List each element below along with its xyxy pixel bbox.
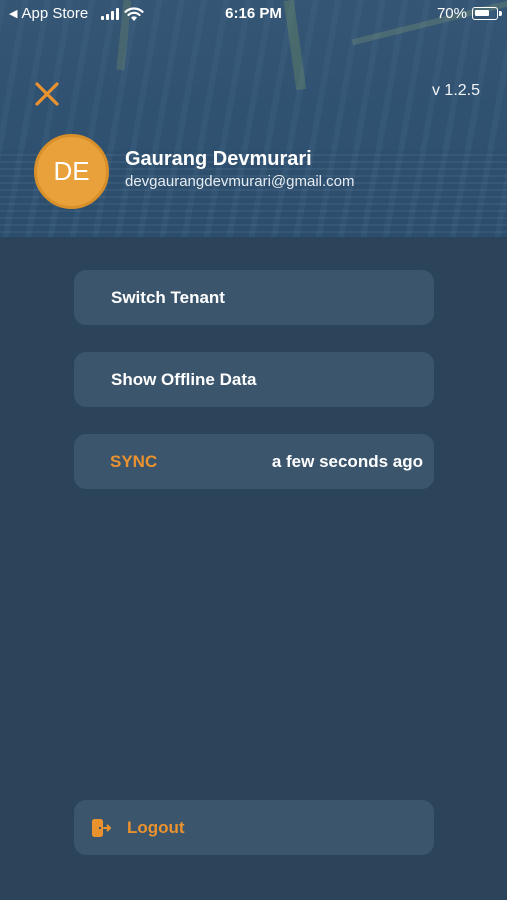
- switch-tenant-button[interactable]: Switch Tenant: [74, 270, 434, 325]
- close-button[interactable]: [33, 80, 61, 108]
- battery-icon: [472, 7, 502, 20]
- status-time: 6:16 PM: [225, 5, 282, 22]
- logout-label: Logout: [127, 817, 185, 837]
- status-bar: ◀ App Store 6:16 PM 70%: [0, 0, 507, 28]
- battery-percent: 70%: [436, 5, 467, 22]
- sync-button[interactable]: SYNC a few seconds ago: [74, 434, 434, 489]
- avatar: DE: [34, 134, 109, 209]
- logout-icon: [92, 818, 111, 837]
- close-icon: [35, 82, 59, 106]
- user-email: devgaurangdevmurari@gmail.com: [125, 173, 355, 190]
- switch-tenant-label: Switch Tenant: [111, 287, 225, 307]
- last-sync-time: a few seconds ago: [271, 451, 423, 471]
- show-offline-data-label: Show Offline Data: [111, 369, 257, 389]
- show-offline-data-button[interactable]: Show Offline Data: [74, 352, 434, 407]
- user-name: Gaurang Devmurari: [125, 148, 312, 170]
- app-version: v 1.2.5: [431, 82, 480, 99]
- sync-label: SYNC: [110, 451, 158, 471]
- avatar-initials: DE: [53, 156, 90, 186]
- logout-button[interactable]: Logout: [74, 800, 434, 855]
